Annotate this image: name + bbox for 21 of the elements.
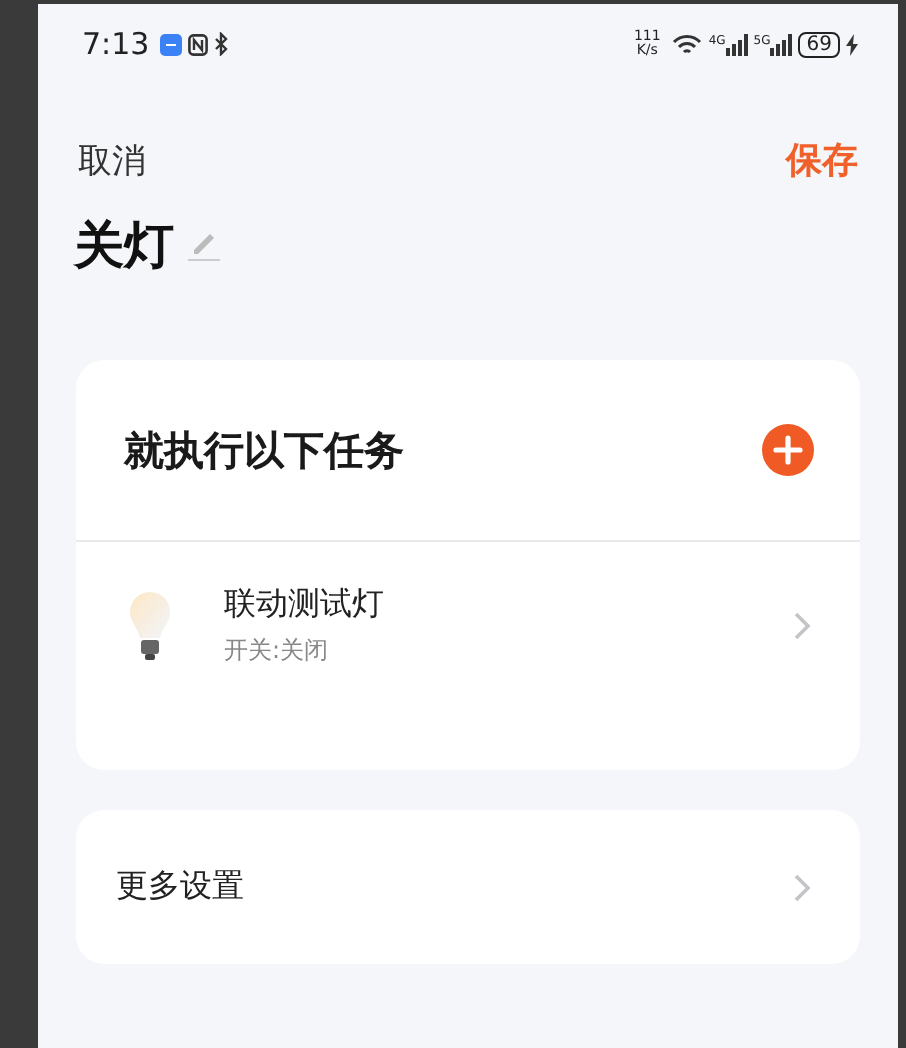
settings-row[interactable]: 更多设置: [76, 810, 860, 964]
chevron-right-icon: [792, 610, 812, 642]
wifi-icon: [672, 33, 703, 55]
device-name: 联动测试灯: [224, 584, 386, 626]
nfc-icon: [187, 33, 208, 55]
device-action: 开关:关闭: [224, 634, 331, 668]
bluetooth-icon: [213, 32, 228, 56]
light-bulb-icon: [128, 590, 172, 662]
status-time: 7:13: [82, 26, 150, 62]
task-heading: 就执行以下任务: [124, 423, 404, 477]
chevron-right-icon: [792, 871, 812, 903]
signal-icon: [770, 33, 793, 55]
app-notification-icon: [159, 33, 182, 55]
settings-label: 更多设置: [116, 866, 244, 908]
signal-icon: [725, 33, 748, 55]
charging-icon: [846, 33, 858, 55]
scene-title: 关灯: [74, 213, 174, 277]
cancel-button[interactable]: 取消: [78, 137, 146, 183]
add-icon[interactable]: [762, 424, 814, 476]
task-item[interactable]: 联动测试灯 开关:关闭: [76, 542, 860, 770]
battery-indicator: 69: [798, 31, 840, 57]
